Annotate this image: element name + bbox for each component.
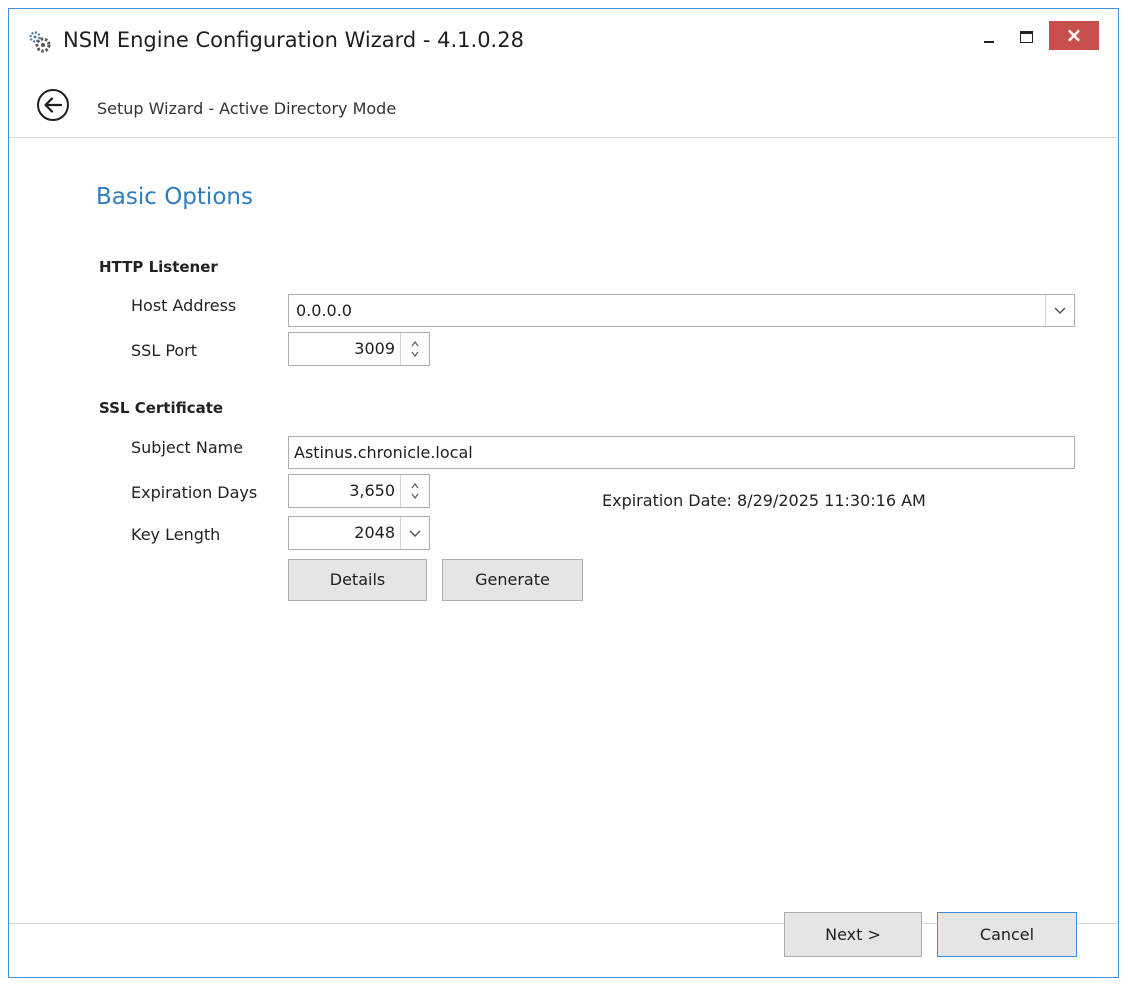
wizard-header: Setup Wizard - Active Directory Mode — [9, 71, 1118, 138]
subject-name-field[interactable]: Astinus.chronicle.local — [288, 436, 1075, 469]
expiration-days-spinner[interactable]: 3,650 — [288, 474, 430, 508]
expiration-date-text: Expiration Date: 8/29/2025 11:30:16 AM — [602, 491, 926, 510]
key-length-value: 2048 — [354, 523, 395, 542]
next-button[interactable]: Next > — [784, 912, 922, 957]
spin-down-icon[interactable] — [411, 493, 419, 500]
wizard-window: NSM Engine Configuration Wizard - 4.1.0.… — [8, 8, 1119, 978]
ssl-port-spin-buttons[interactable] — [400, 333, 429, 365]
subject-name-label: Subject Name — [131, 438, 244, 457]
host-address-combobox[interactable]: 0.0.0.0 — [288, 294, 1075, 327]
spin-down-icon[interactable] — [411, 351, 419, 358]
chevron-down-icon — [1054, 307, 1066, 315]
http-listener-heading: HTTP Listener — [99, 258, 218, 276]
cancel-button[interactable]: Cancel — [937, 912, 1077, 957]
generate-button[interactable]: Generate — [442, 559, 583, 601]
window-title: NSM Engine Configuration Wizard - 4.1.0.… — [63, 28, 524, 52]
subject-name-value: Astinus.chronicle.local — [294, 443, 473, 462]
ssl-certificate-heading: SSL Certificate — [99, 399, 224, 417]
page-title: Basic Options — [96, 184, 253, 210]
ssl-port-spinner[interactable]: 3009 — [288, 332, 430, 366]
ssl-port-value: 3009 — [354, 339, 395, 358]
key-length-dropdown-button[interactable] — [400, 517, 429, 549]
key-length-label: Key Length — [131, 525, 221, 544]
maximize-icon[interactable] — [1004, 20, 1050, 52]
title-bar: NSM Engine Configuration Wizard - 4.1.0.… — [9, 9, 1118, 71]
spin-up-icon[interactable] — [411, 482, 419, 489]
expiration-days-spin-buttons[interactable] — [400, 475, 429, 507]
wizard-step-title: Setup Wizard - Active Directory Mode — [97, 99, 397, 118]
back-arrow-icon[interactable] — [36, 88, 70, 122]
host-address-dropdown-button[interactable] — [1045, 295, 1074, 326]
host-address-label: Host Address — [131, 296, 237, 315]
ssl-port-label: SSL Port — [131, 341, 198, 360]
details-button[interactable]: Details — [288, 559, 427, 601]
close-icon[interactable]: × — [1049, 21, 1099, 50]
key-length-combobox[interactable]: 2048 — [288, 516, 430, 550]
expiration-days-value: 3,650 — [349, 481, 395, 500]
gears-icon — [29, 31, 51, 53]
expiration-days-label: Expiration Days — [131, 483, 258, 502]
chevron-down-icon — [409, 530, 421, 538]
spin-up-icon[interactable] — [411, 340, 419, 347]
host-address-value: 0.0.0.0 — [296, 301, 352, 320]
